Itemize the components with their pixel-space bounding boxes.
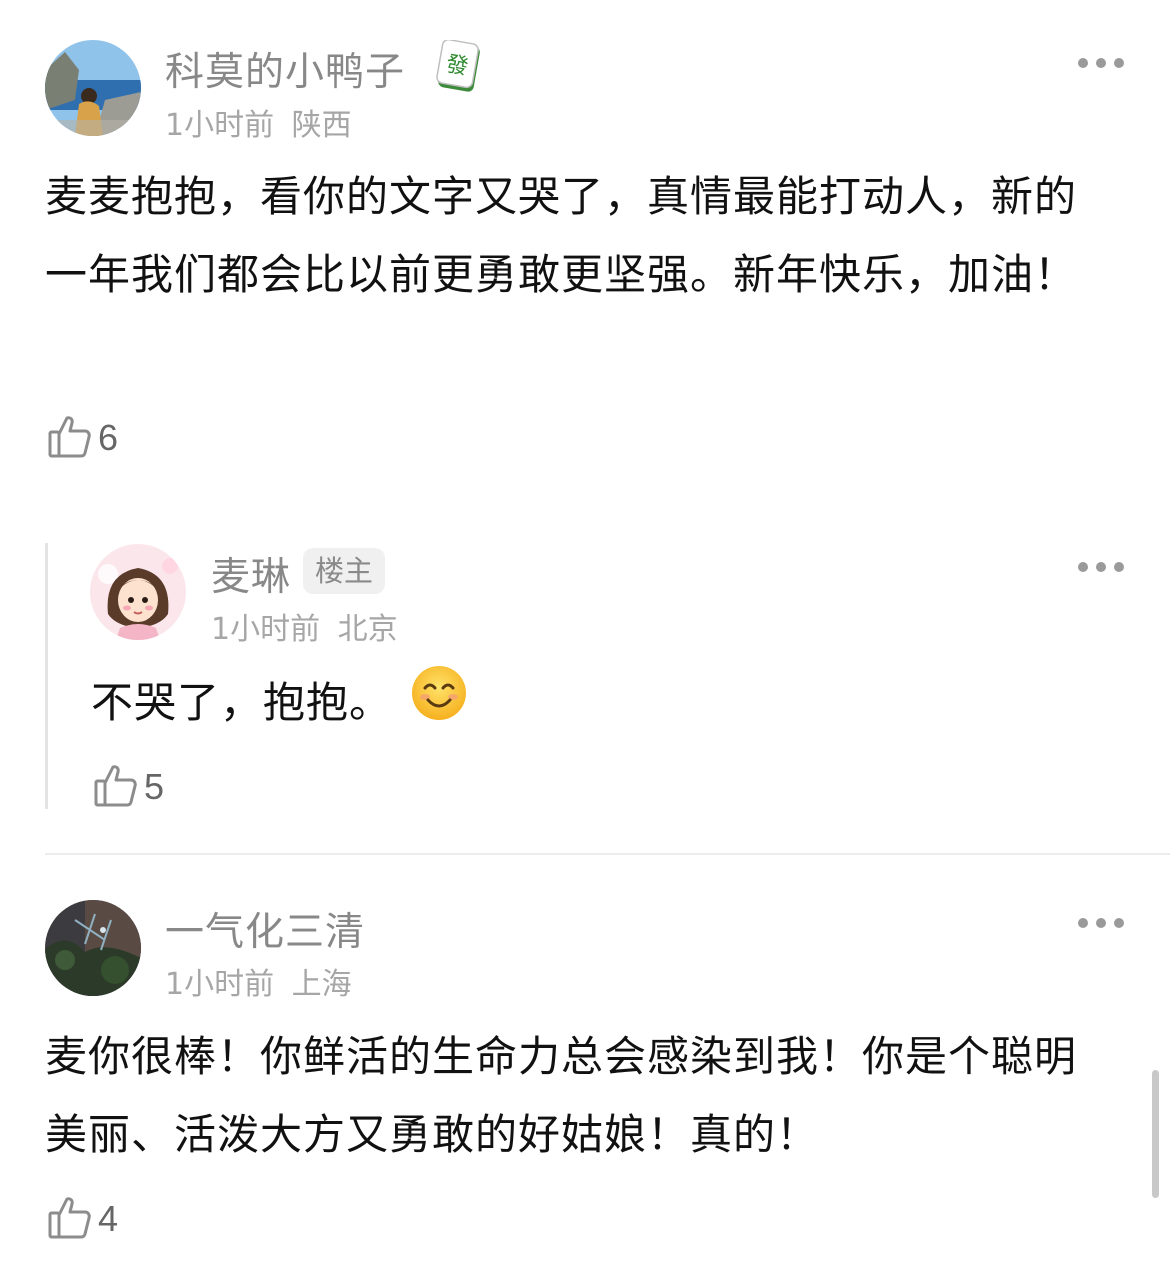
username[interactable]: 一气化三清 <box>165 901 365 957</box>
avatar[interactable] <box>90 544 186 640</box>
avatar[interactable] <box>45 40 141 136</box>
like-button[interactable]: 5 <box>92 763 164 811</box>
thumbs-up-icon <box>46 1193 94 1245</box>
more-options-button[interactable] <box>1078 56 1124 70</box>
like-count: 4 <box>98 1198 119 1239</box>
comment-meta: 1小时前 北京 <box>211 604 398 648</box>
comment-meta: 1小时前 陕西 <box>165 100 352 144</box>
like-button[interactable]: 6 <box>46 414 118 462</box>
smiling-face-emoji-icon <box>410 664 468 747</box>
username[interactable]: 科莫的小鸭子 <box>165 41 405 97</box>
comment-location: 上海 <box>291 967 352 1002</box>
comment-body-text: 不哭了，抱抱。 <box>91 678 393 727</box>
username[interactable]: 麦琳 <box>211 546 291 602</box>
op-badge: 楼主 <box>303 548 386 594</box>
thumbs-up-icon <box>46 412 94 464</box>
comment-body: 麦你很棒！你鲜活的生命力总会感染到我！你是个聪明美丽、活泼大方又勇敢的好姑娘！真… <box>45 1032 1078 1159</box>
comment-time: 1小时前 <box>165 108 275 143</box>
reply-thread-line <box>45 543 48 809</box>
like-count: 5 <box>144 766 165 807</box>
more-options-button[interactable] <box>1078 560 1124 574</box>
comment-time: 1小时前 <box>211 612 321 647</box>
comment-body: 麦麦抱抱，看你的文字又哭了，真情最能打动人，新的一年我们都会比以前更勇敢更坚强。… <box>45 172 1078 299</box>
like-button[interactable]: 4 <box>46 1195 118 1243</box>
comment-divider <box>45 853 1170 855</box>
scrollbar[interactable] <box>1152 1070 1159 1198</box>
comment-time: 1小时前 <box>165 967 275 1002</box>
svg-text:發: 發 <box>444 52 470 80</box>
comment-body: 不哭了，抱抱。 <box>91 664 991 747</box>
comment-meta: 1小时前 上海 <box>165 959 352 1003</box>
thumbs-up-icon <box>92 761 140 813</box>
like-count: 6 <box>98 417 119 458</box>
more-options-button[interactable] <box>1078 916 1124 930</box>
avatar[interactable] <box>45 900 141 996</box>
comment-location: 陕西 <box>291 108 352 143</box>
comment-location: 北京 <box>337 612 398 647</box>
mahjong-fa-tile-icon: 發 <box>435 38 483 92</box>
